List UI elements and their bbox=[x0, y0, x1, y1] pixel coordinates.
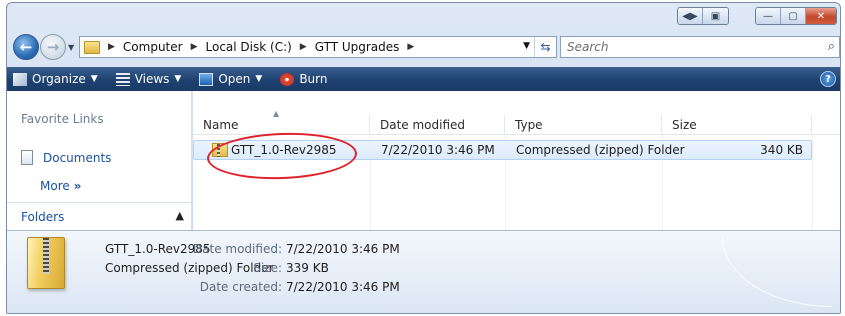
burn-icon bbox=[280, 72, 295, 86]
forward-arrow-icon: → bbox=[46, 38, 60, 56]
breadcrumb-separator-icon[interactable]: ▶ bbox=[191, 42, 198, 52]
chevron-down-icon: ▼ bbox=[255, 74, 263, 84]
views-icon bbox=[115, 72, 130, 86]
organize-label: Organize bbox=[32, 72, 86, 86]
folder-icon bbox=[84, 40, 100, 54]
search-placeholder: Search bbox=[567, 40, 609, 54]
window-icon[interactable]: ▣ bbox=[703, 8, 728, 24]
chevron-down-icon: ▼ bbox=[90, 74, 98, 84]
breadcrumb-separator-icon[interactable]: ▶ bbox=[407, 42, 414, 52]
favorite-links-heading: Favorite Links bbox=[21, 112, 104, 126]
search-input[interactable]: Search ⌕ bbox=[560, 36, 840, 58]
burn-label: Burn bbox=[299, 72, 328, 86]
breadcrumb-computer[interactable]: Computer bbox=[123, 40, 183, 54]
more-label: More bbox=[40, 179, 70, 193]
close-button[interactable]: ✕ bbox=[806, 8, 836, 24]
flip-buttons-group: ◀▶ ▣ bbox=[677, 7, 729, 25]
date-modified-value: 7/22/2010 3:46 PM bbox=[286, 242, 400, 256]
date-created-value: 7/22/2010 3:46 PM bbox=[286, 280, 400, 294]
back-button[interactable]: ← bbox=[13, 34, 39, 60]
size-value: 339 KB bbox=[286, 261, 329, 275]
views-button[interactable]: Views ▼ bbox=[115, 72, 182, 86]
double-chevron-right-icon: » bbox=[73, 179, 82, 193]
documents-label: Documents bbox=[43, 150, 112, 165]
folders-toggle[interactable]: Folders ▲ bbox=[7, 202, 192, 230]
column-header-type[interactable]: Type bbox=[505, 115, 662, 135]
explorer-window: ◀▶ ▣ — ▢ ✕ ← → ▼ ▶ Computer ▶ Local Disk… bbox=[6, 2, 841, 314]
address-bar[interactable]: ▶ Computer ▶ Local Disk (C:) ▶ GTT Upgra… bbox=[79, 36, 557, 58]
breadcrumb-gtt-upgrades[interactable]: GTT Upgrades bbox=[315, 40, 400, 54]
size-label: Size: bbox=[253, 261, 282, 275]
chevron-down-icon: ▼ bbox=[174, 74, 182, 84]
file-size: 340 KB bbox=[760, 143, 803, 157]
column-header-size[interactable]: Size bbox=[662, 115, 812, 135]
date-created-label: Date created: bbox=[199, 280, 282, 294]
open-icon bbox=[199, 72, 214, 86]
chevron-up-icon: ▲ bbox=[175, 209, 184, 222]
address-history-chevron-down-icon[interactable]: ▼ bbox=[523, 41, 530, 51]
column-header-date-modified[interactable]: Date modified bbox=[370, 115, 505, 135]
breadcrumb-separator-icon[interactable]: ▶ bbox=[300, 42, 307, 52]
open-button[interactable]: Open ▼ bbox=[199, 72, 262, 86]
file-date-modified: 7/22/2010 3:46 PM bbox=[381, 143, 495, 157]
maximize-button[interactable]: ▢ bbox=[781, 8, 806, 24]
organize-icon bbox=[13, 72, 27, 86]
back-arrow-icon: ← bbox=[19, 38, 33, 56]
open-label: Open bbox=[218, 72, 251, 86]
breadcrumb-local-disk[interactable]: Local Disk (C:) bbox=[206, 40, 292, 54]
decorative-swoosh bbox=[722, 237, 832, 307]
help-icon[interactable]: ? bbox=[820, 71, 836, 87]
column-header-filler bbox=[812, 115, 840, 135]
sort-ascending-icon: ▲ bbox=[273, 109, 280, 118]
documents-link[interactable]: Documents bbox=[21, 150, 111, 165]
command-bar: Organize ▼ Views ▼ Open ▼ Burn ? bbox=[7, 67, 840, 91]
recent-pages-chevron-down-icon[interactable]: ▼ bbox=[68, 43, 74, 52]
refresh-icon[interactable]: ⇆ bbox=[534, 37, 556, 57]
organize-button[interactable]: Organize ▼ bbox=[13, 72, 98, 86]
search-icon[interactable]: ⌕ bbox=[828, 39, 835, 54]
folders-label: Folders bbox=[21, 209, 65, 224]
file-type: Compressed (zipped) Folder bbox=[516, 143, 685, 157]
breadcrumb-separator-icon[interactable]: ▶ bbox=[108, 42, 115, 52]
navigation-pane: Favorite Links Documents More » Folders … bbox=[7, 91, 192, 230]
large-zip-folder-icon bbox=[27, 237, 65, 289]
details-pane: GTT_1.0-Rev2985 Compressed (zipped) Fold… bbox=[7, 230, 840, 313]
document-icon bbox=[21, 150, 33, 165]
burn-button[interactable]: Burn bbox=[280, 72, 328, 86]
flip-icon[interactable]: ◀▶ bbox=[678, 8, 703, 24]
date-modified-label: Date modified: bbox=[192, 242, 282, 256]
window-controls: — ▢ ✕ bbox=[755, 7, 837, 25]
forward-button[interactable]: → bbox=[40, 34, 66, 60]
minimize-button[interactable]: — bbox=[756, 8, 781, 24]
more-link[interactable]: More » bbox=[40, 179, 81, 193]
column-divider bbox=[812, 135, 813, 230]
views-label: Views bbox=[134, 72, 170, 86]
